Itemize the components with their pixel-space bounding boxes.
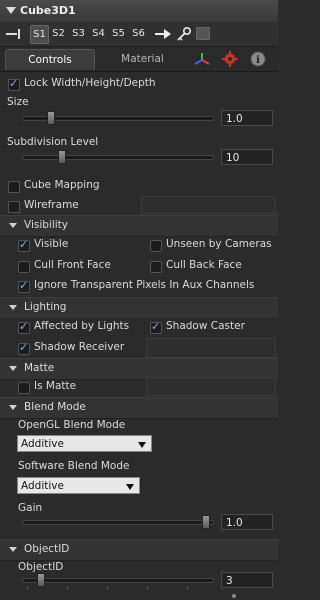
affected-lights-checkbox[interactable] — [18, 320, 30, 334]
subdivision-field[interactable]: 10 — [221, 149, 273, 165]
node-title: Cube3D1 — [20, 4, 76, 17]
gain-slider-handle[interactable] — [202, 515, 210, 529]
info-icon[interactable]: i — [250, 51, 266, 67]
affected-lights-label: Affected by Lights — [34, 320, 130, 332]
wireframe-spacer — [141, 196, 276, 214]
shadow-caster-checkbox[interactable] — [150, 320, 162, 334]
expand-lighting-icon[interactable] — [9, 305, 17, 310]
lighting-header: Lighting — [24, 301, 67, 313]
objectid-header: ObjectID — [24, 543, 70, 555]
gain-field[interactable]: 1.0 — [221, 514, 273, 530]
scroll-indicator-icon — [232, 594, 236, 598]
expand-visibility-icon[interactable] — [9, 223, 17, 228]
objectid-tick — [107, 586, 108, 590]
visibility-header: Visibility — [24, 219, 69, 231]
node-title-bar[interactable]: Cube3D1 — [0, 0, 278, 23]
lock-size-label: Lock Width/Height/Depth — [24, 77, 156, 89]
shadow-caster-label: Shadow Caster — [166, 320, 245, 332]
cull-front-checkbox[interactable] — [18, 261, 30, 273]
chevron-down-icon — [126, 484, 134, 490]
toolbar-button-s2[interactable]: S2 — [51, 25, 66, 42]
key-icon[interactable] — [176, 26, 192, 42]
transform-icon[interactable] — [194, 52, 210, 68]
wireframe-label: Wireframe — [24, 199, 79, 211]
size-slider-handle[interactable] — [47, 111, 55, 125]
ignore-transparent-checkbox[interactable] — [18, 279, 30, 293]
software-blend-label: Software Blend Mode — [18, 460, 130, 472]
expand-blend-icon[interactable] — [9, 405, 17, 410]
software-blend-dropdown[interactable]: Additive — [17, 477, 140, 494]
cull-front-label: Cull Front Face — [34, 259, 111, 271]
objectid-tick — [67, 586, 68, 590]
visible-checkbox[interactable] — [18, 238, 30, 252]
toolbar-button-s3[interactable]: S3 — [71, 25, 86, 42]
is-matte-label: Is Matte — [34, 380, 77, 392]
lighting-spacer — [146, 338, 276, 358]
gain-slider-track[interactable] — [22, 520, 214, 525]
svg-text:i: i — [256, 55, 260, 66]
software-blend-value: Additive — [21, 480, 64, 492]
lock-size-checkbox[interactable] — [8, 77, 20, 91]
cube-mapping-checkbox[interactable] — [8, 181, 20, 193]
objectid-tick — [27, 586, 28, 590]
tab-controls[interactable]: Controls — [5, 49, 95, 70]
arrow-right-icon[interactable] — [154, 28, 172, 40]
toolbar-button-s4[interactable]: S4 — [91, 25, 106, 42]
expand-matte-icon[interactable] — [9, 366, 17, 371]
ignore-transparent-label: Ignore Transparent Pixels In Aux Channel… — [34, 279, 255, 291]
objectid-tick — [187, 586, 188, 590]
shadow-receiver-checkbox[interactable] — [18, 341, 30, 355]
cull-back-label: Cull Back Face — [166, 259, 242, 271]
cull-back-checkbox[interactable] — [150, 261, 162, 273]
gain-label: Gain — [18, 502, 43, 514]
expand-objectid-icon[interactable] — [9, 547, 17, 552]
objectid-label: ObjectID — [18, 561, 64, 573]
shadow-receiver-label: Shadow Receiver — [34, 341, 125, 353]
cube-mapping-label: Cube Mapping — [24, 179, 100, 191]
wireframe-checkbox[interactable] — [8, 201, 20, 213]
size-label: Size — [7, 96, 29, 108]
tab-bar: Controls Material i — [0, 47, 278, 72]
tab-material[interactable]: Material — [100, 49, 185, 69]
pin-icon[interactable] — [5, 29, 23, 39]
collapse-arrow-icon[interactable] — [6, 7, 16, 14]
size-field[interactable]: 1.0 — [221, 110, 273, 126]
toolbar-button-s1[interactable]: S1 — [30, 25, 49, 44]
objectid-field[interactable]: 3 — [221, 572, 273, 588]
visible-label: Visible — [34, 238, 69, 250]
matte-header: Matte — [24, 362, 55, 374]
chevron-down-icon — [138, 442, 146, 448]
opengl-blend-value: Additive — [21, 438, 64, 450]
is-matte-checkbox[interactable] — [18, 382, 30, 394]
toolbar-button-s5[interactable]: S5 — [111, 25, 126, 42]
objectid-tick — [147, 586, 148, 590]
gear-icon[interactable] — [222, 51, 238, 67]
objectid-slider-track[interactable] — [22, 578, 214, 583]
objectid-slider-handle[interactable] — [37, 573, 45, 587]
blend-header: Blend Mode — [24, 401, 86, 413]
subdivision-label: Subdivision Level — [7, 136, 99, 148]
opengl-blend-dropdown[interactable]: Additive — [17, 435, 152, 452]
unseen-cameras-checkbox[interactable] — [150, 240, 162, 252]
opengl-blend-label: OpenGL Blend Mode — [18, 419, 126, 431]
toolbar: S1 S2 S3 S4 S5 S6 — [0, 22, 278, 47]
toolbar-button-s6[interactable]: S6 — [131, 25, 146, 42]
subdivision-slider-track[interactable] — [22, 155, 214, 160]
subdivision-slider-handle[interactable] — [58, 150, 66, 164]
viewer-icon[interactable] — [196, 27, 210, 40]
matte-spacer — [146, 377, 276, 396]
unseen-cameras-label: Unseen by Cameras — [166, 238, 272, 250]
